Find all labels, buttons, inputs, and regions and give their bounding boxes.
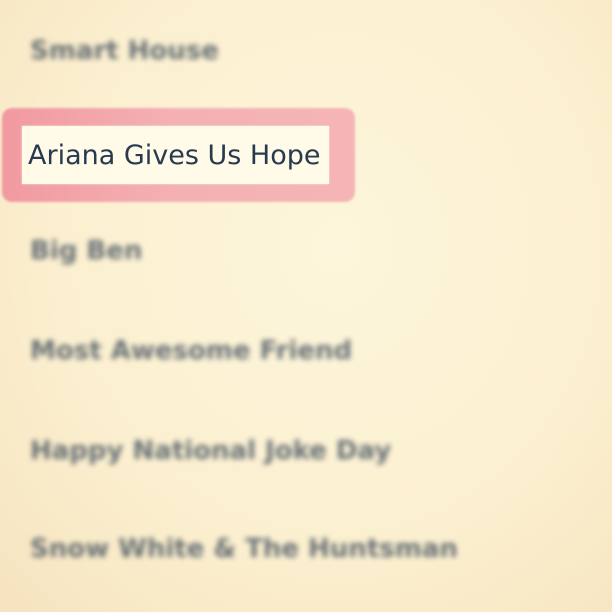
list-item-snow-white-huntsman[interactable]: Snow White & The Huntsman — [30, 534, 458, 564]
list-item-smart-house[interactable]: Smart House — [30, 36, 219, 66]
list-item-happy-national-joke-day[interactable]: Happy National Joke Day — [30, 436, 391, 466]
list-item-big-ben[interactable]: Big Ben — [30, 236, 142, 266]
list-item-most-awesome-friend[interactable]: Most Awesome Friend — [30, 336, 352, 366]
topic-list: Smart House Ariana Gives Us Hope Big Ben… — [0, 0, 612, 612]
list-item-ariana-gives-us-hope[interactable]: Ariana Gives Us Hope — [22, 126, 329, 184]
